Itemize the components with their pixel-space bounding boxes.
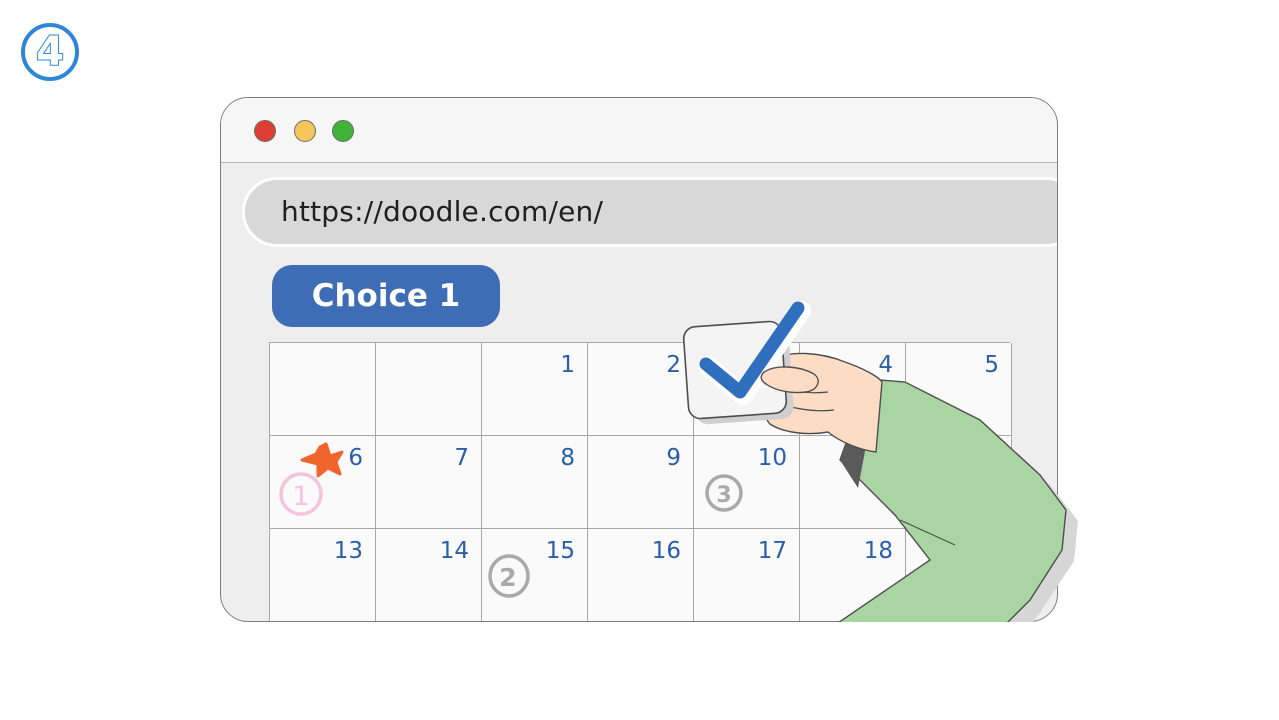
day-number: 18 <box>863 538 893 564</box>
calendar-cell[interactable] <box>270 343 376 436</box>
calendar-cell[interactable]: 16 <box>588 529 694 621</box>
calendar-cell[interactable]: 14 <box>376 529 482 621</box>
calendar-cell[interactable]: 5 <box>906 343 1012 436</box>
day-number: 3 <box>772 352 787 378</box>
choice-button[interactable]: Choice 1 <box>272 265 500 327</box>
calendar-cell[interactable] <box>376 343 482 436</box>
address-bar-url: https://doodle.com/en/ <box>281 195 604 228</box>
calendar-cell[interactable]: 12 <box>906 436 1012 529</box>
day-number: 8 <box>560 445 575 471</box>
day-number: 17 <box>757 538 787 564</box>
day-number: 14 <box>439 538 469 564</box>
day-number: 5 <box>984 352 999 378</box>
day-number: 6 <box>348 445 363 471</box>
day-number: 19 <box>969 538 999 564</box>
calendar-cell[interactable]: 15 <box>482 529 588 621</box>
day-number: 9 <box>666 445 681 471</box>
calendar-cell[interactable]: 1 <box>482 343 588 436</box>
day-number: 12 <box>969 445 999 471</box>
step-number: 4 <box>35 28 65 76</box>
calendar-cell[interactable]: 11 <box>800 436 906 529</box>
calendar-cell[interactable]: 13 <box>270 529 376 621</box>
day-number: 1 <box>560 352 575 378</box>
calendar-grid: 1 2 3 4 5 6 7 8 9 10 11 12 13 14 15 16 1… <box>269 342 1012 621</box>
minimize-window-button[interactable] <box>294 120 316 142</box>
calendar-cell[interactable]: 7 <box>376 436 482 529</box>
calendar-cell[interactable]: 17 <box>694 529 800 621</box>
browser-window: https://doodle.com/en/ Choice 1 1 2 3 4 … <box>220 97 1058 622</box>
day-number: 15 <box>545 538 575 564</box>
day-number: 4 <box>878 352 893 378</box>
calendar-cell[interactable]: 3 <box>694 343 800 436</box>
day-number: 11 <box>863 445 893 471</box>
close-window-button[interactable] <box>254 120 276 142</box>
address-bar[interactable]: https://doodle.com/en/ <box>242 177 1057 247</box>
maximize-window-button[interactable] <box>332 120 354 142</box>
calendar-cell[interactable]: 19 <box>906 529 1012 621</box>
step-badge: 4 <box>20 22 80 82</box>
calendar-cell[interactable]: 2 <box>588 343 694 436</box>
calendar-cell[interactable]: 8 <box>482 436 588 529</box>
calendar-cell[interactable]: 6 <box>270 436 376 529</box>
day-number: 16 <box>651 538 681 564</box>
calendar-cell[interactable]: 9 <box>588 436 694 529</box>
calendar-cell[interactable]: 18 <box>800 529 906 621</box>
day-number: 7 <box>454 445 469 471</box>
day-number: 13 <box>333 538 363 564</box>
calendar-cell[interactable]: 4 <box>800 343 906 436</box>
illustration-stage: 4 https://doodle.com/en/ Choice 1 1 2 3 … <box>0 0 1279 720</box>
browser-titlebar <box>221 98 1057 163</box>
day-number: 2 <box>666 352 681 378</box>
day-number: 10 <box>757 445 787 471</box>
calendar-cell[interactable]: 10 <box>694 436 800 529</box>
